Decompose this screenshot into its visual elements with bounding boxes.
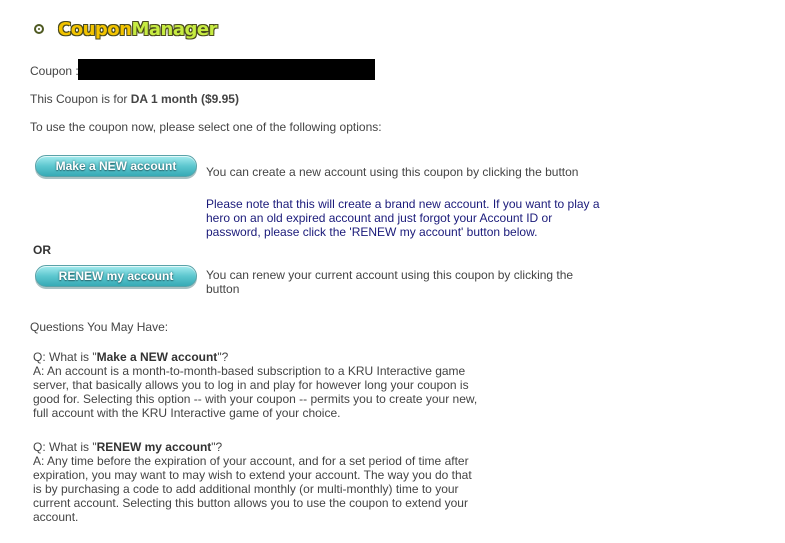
faq-item-renew-account: Q: What is "RENEW my account"? A: Any ti… [33, 440, 478, 524]
coupon-summary-prefix: This Coupon is for [30, 92, 128, 106]
make-new-account-button[interactable]: Make a NEW account [35, 155, 197, 177]
coupon-code-redacted [78, 59, 375, 80]
renew-account-button[interactable]: RENEW my account [35, 265, 197, 287]
new-account-description: You can create a new account using this … [206, 165, 579, 179]
renew-account-description: You can renew your current account using… [206, 268, 574, 296]
faq-question: Q: What is "RENEW my account"? [33, 440, 223, 454]
faq-question: Q: What is "Make a NEW account"? [33, 350, 229, 364]
coupon-summary-value: DA 1 month ($9.95) [130, 92, 239, 106]
faq-answer: A: An account is a month-to-month-based … [33, 364, 478, 420]
faq-heading: Questions You May Have: [30, 320, 169, 334]
bullet-icon [34, 24, 44, 34]
title-part-manager: Manager [131, 19, 217, 40]
instructions-text: To use the coupon now, please select one… [30, 120, 382, 134]
faq-item-new-account: Q: What is "Make a NEW account"? A: An a… [33, 350, 483, 420]
coupon-label: Coupon : [30, 64, 79, 78]
page-title: CouponManager [58, 16, 217, 44]
coupon-summary: This Coupon is for DA 1 month ($9.95) [30, 92, 239, 106]
title-part-coupon: Coupon [58, 19, 132, 40]
faq-answer: A: Any time before the expiration of you… [33, 454, 472, 524]
or-separator: OR [33, 243, 51, 257]
new-account-note: Please note that this will create a bran… [206, 197, 600, 239]
